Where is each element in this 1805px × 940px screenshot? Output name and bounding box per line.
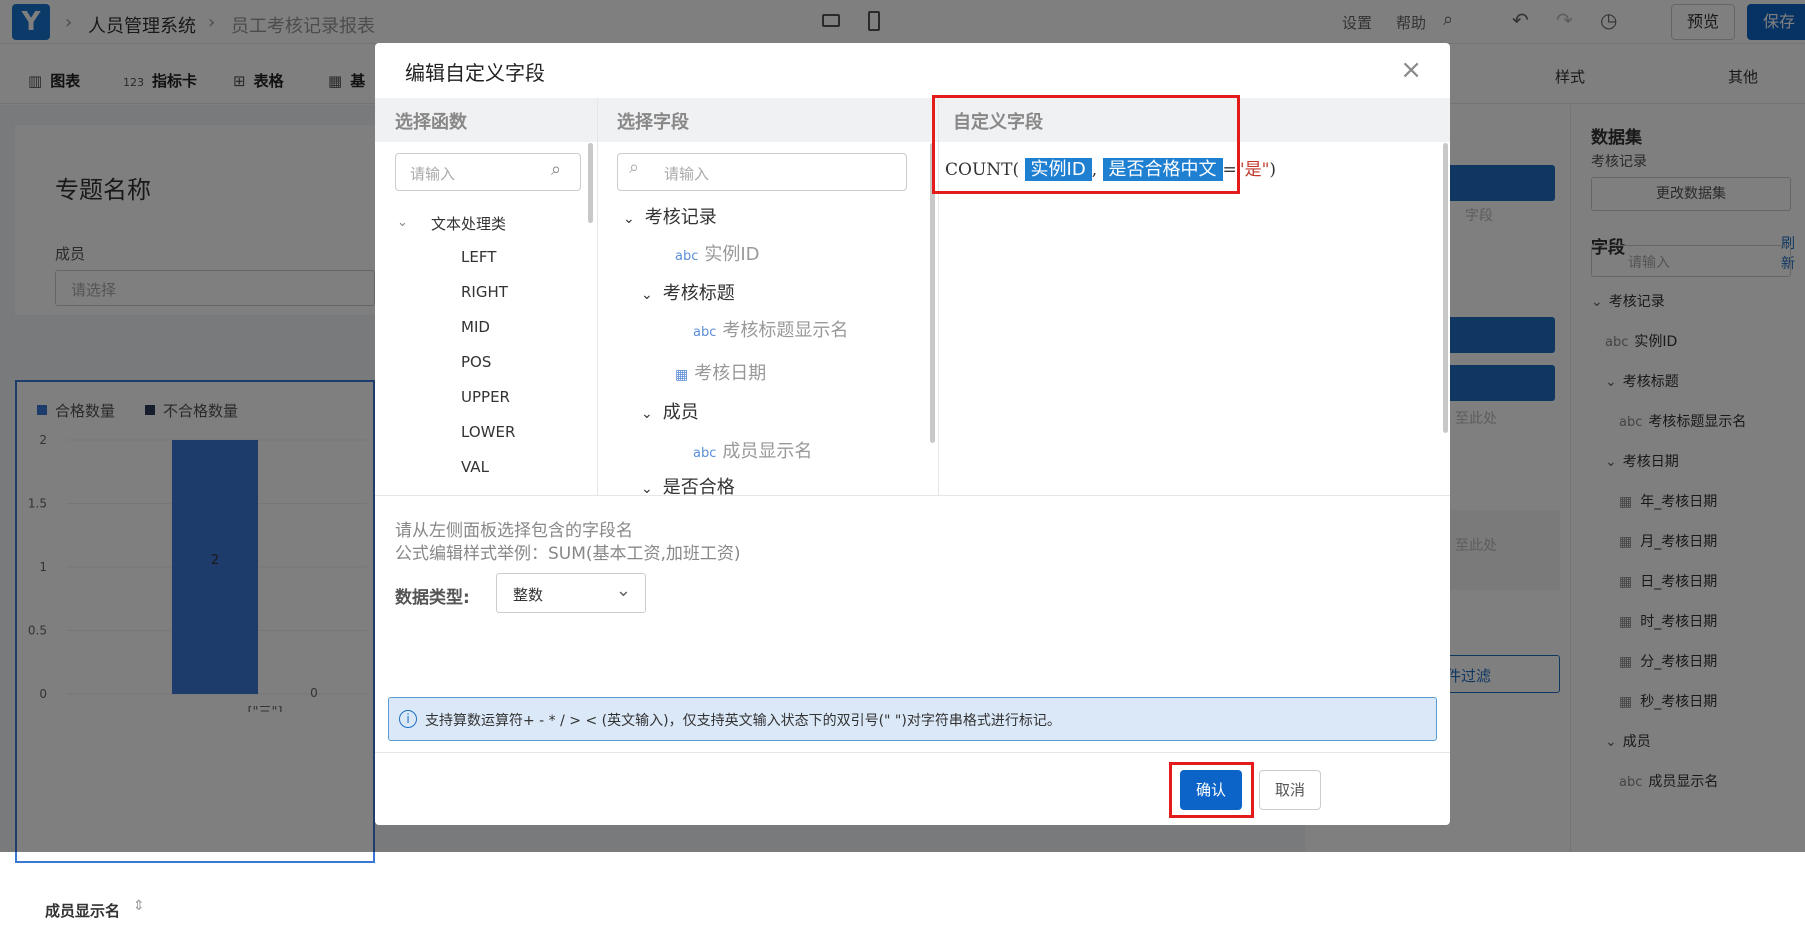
field-tree-item[interactable]: ⌄ 是否合格 — [641, 473, 735, 499]
chevron-down-icon[interactable]: ⌄ — [623, 211, 635, 227]
text-type-icon: abc — [693, 325, 717, 340]
column-divider — [597, 98, 598, 496]
table-header-member[interactable]: 成员显示名 — [45, 900, 120, 921]
field-tree-label: 考核日期 — [694, 363, 767, 384]
datatype-label: 数据类型: — [395, 588, 470, 608]
example-text: 公式编辑样式举例：SUM(基本工资,加班工资) — [395, 544, 741, 564]
info-icon: i — [399, 710, 417, 728]
sort-icon[interactable]: ⇕ — [133, 898, 145, 914]
field-tree-item[interactable]: abc 成员显示名 — [693, 437, 812, 463]
chevron-down-icon[interactable]: ⌄ — [641, 287, 653, 303]
datatype-value: 整数 — [513, 586, 544, 604]
function-category[interactable]: 文本处理类 — [431, 213, 506, 234]
field-tree-label: 实例ID — [704, 244, 760, 265]
info-text: 支持算数运算符+ - * / > < (英文输入)，仅支持英文输入状态下的双引号… — [425, 713, 1061, 729]
field-tree-item[interactable]: ⌄ 考核标题 — [641, 279, 735, 305]
dialog-title: 编辑自定义字段 — [405, 61, 545, 85]
field-tree-label: 成员 — [662, 402, 699, 423]
section-divider — [375, 495, 1450, 496]
highlight-box-confirm — [1169, 762, 1254, 818]
text-type-icon: abc — [675, 249, 699, 264]
field-tree-item[interactable]: abc 实例ID — [675, 240, 760, 266]
formula-close-paren: ) — [1269, 160, 1277, 180]
chevron-down-icon[interactable]: ⌄ — [641, 406, 653, 422]
chevron-down-icon[interactable]: ⌄ — [397, 215, 408, 230]
hint-text: 请从左侧面板选择包含的字段名 — [395, 521, 633, 541]
footer-divider — [375, 752, 1450, 753]
field-search-input-dialog[interactable]: 请输入 — [617, 153, 907, 191]
cancel-button[interactable]: 取消 — [1259, 770, 1321, 810]
field-tree-label: 考核标题显示名 — [722, 320, 849, 341]
chevron-down-icon[interactable]: ⌄ — [641, 481, 653, 497]
formula-scrollbar[interactable] — [1443, 143, 1448, 433]
text-type-icon: abc — [693, 446, 717, 461]
function-item[interactable]: POS — [461, 353, 491, 371]
field-tree-label: 成员显示名 — [722, 441, 813, 462]
search-icon: ⌕ — [629, 157, 640, 178]
field-column-header: 选择字段 — [597, 98, 933, 142]
datatype-select[interactable]: 整数 ⌄ — [496, 573, 646, 613]
field-tree-label: 考核记录 — [644, 207, 717, 228]
field-tree-label: 考核标题 — [662, 283, 735, 304]
function-column-header: 选择函数 — [375, 98, 597, 142]
function-item[interactable]: RIGHT — [461, 283, 508, 301]
custom-field-dialog: 编辑自定义字段 × 选择函数 选择字段 自定义字段 请输入 ⌕ ⌄ 文本处理类 … — [375, 43, 1450, 825]
field-tree-item[interactable]: ⌄ 考核记录 — [623, 203, 717, 229]
formula-string: "是" — [1236, 160, 1270, 180]
function-scrollbar[interactable] — [588, 143, 593, 223]
function-item[interactable]: MID — [461, 318, 490, 336]
highlight-box-formula — [932, 95, 1240, 194]
close-icon[interactable]: × — [1400, 55, 1422, 85]
table-card: 成员显示名 ⇕ — [15, 880, 1305, 940]
function-item[interactable]: UPPER — [461, 388, 510, 406]
function-item[interactable]: LOWER — [461, 423, 515, 441]
info-banner: i 支持算数运算符+ - * / > < (英文输入)，仅支持英文输入状态下的双… — [388, 697, 1437, 741]
field-tree-label: 是否合格 — [662, 477, 735, 498]
function-item[interactable]: VAL — [461, 458, 489, 476]
search-icon[interactable]: ⌕ — [551, 159, 561, 180]
function-item[interactable]: LEFT — [461, 248, 496, 266]
field-tree-item[interactable]: ▦ 考核日期 — [675, 359, 766, 385]
field-tree-item[interactable]: ⌄ 成员 — [641, 398, 699, 424]
calendar-icon: ▦ — [675, 367, 689, 383]
field-tree-item[interactable]: abc 考核标题显示名 — [693, 316, 848, 342]
chevron-down-icon: ⌄ — [615, 580, 631, 601]
